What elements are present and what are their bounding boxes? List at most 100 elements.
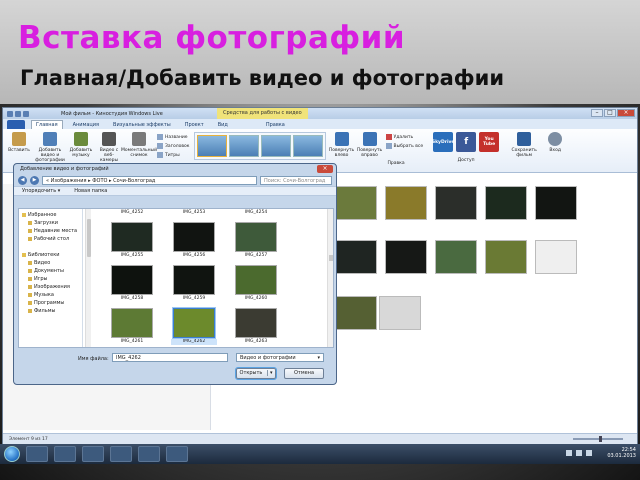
theme-3[interactable] xyxy=(260,135,291,157)
organize-button[interactable]: Упорядочить ▾ xyxy=(22,188,60,194)
title-button[interactable]: Название xyxy=(157,134,190,140)
file-scrollbar[interactable] xyxy=(327,209,333,347)
zoom-slider[interactable] xyxy=(573,436,623,442)
volume-icon[interactable] xyxy=(576,450,582,456)
nav-item-downloads[interactable]: Загрузки xyxy=(22,219,79,227)
minimize-button[interactable]: – xyxy=(591,109,603,117)
new-folder-button[interactable]: Новая папка xyxy=(74,188,107,194)
address-bar[interactable]: « Изображения ▸ ФОТО ▸ Сочи-Волгоград xyxy=(42,175,257,185)
story-thumb-5[interactable] xyxy=(535,186,577,220)
file-item[interactable]: IMG_4263 xyxy=(233,308,279,345)
back-arrow-icon[interactable]: ◀ xyxy=(18,175,27,185)
tab-project[interactable]: Проект xyxy=(181,121,208,129)
file-item[interactable]: IMG_4262 xyxy=(171,307,217,345)
taskbar-app-4[interactable] xyxy=(110,446,132,462)
tab-animation[interactable]: Анимация xyxy=(69,121,103,129)
nav-item-movies[interactable]: Фильмы xyxy=(22,307,79,315)
story-thumb-12[interactable] xyxy=(379,296,421,330)
theme-4[interactable] xyxy=(292,135,323,157)
taskbar-app-2[interactable] xyxy=(54,446,76,462)
dialog-search-input[interactable]: Поиск: Сочи-Волгоград xyxy=(260,175,332,185)
story-thumb-3[interactable] xyxy=(435,186,477,220)
nav-item-pictures[interactable]: Изображения xyxy=(22,283,79,291)
story-thumb-10[interactable] xyxy=(535,240,577,274)
tab-view[interactable]: Вид xyxy=(214,121,232,129)
story-thumb-9[interactable] xyxy=(485,240,527,274)
nav-item-documents[interactable]: Документы xyxy=(22,267,79,275)
theme-2[interactable] xyxy=(228,135,259,157)
story-thumb-11[interactable] xyxy=(335,296,377,330)
add-music-button[interactable]: Добавить музыку xyxy=(69,132,93,158)
file-item[interactable]: IMG_4255 xyxy=(109,222,155,259)
sign-in-button[interactable]: Вход xyxy=(543,132,567,153)
youtube-button[interactable]: You Tube xyxy=(479,132,500,152)
story-thumb-2[interactable] xyxy=(385,186,427,220)
story-thumb-8[interactable] xyxy=(435,240,477,274)
nav-item-recent[interactable]: Недавние места xyxy=(22,227,79,235)
file-item[interactable]: IMG_4252 xyxy=(109,209,155,216)
tab-visual-effects[interactable]: Визуальные эффекты xyxy=(109,121,175,129)
dialog-close-button[interactable]: × xyxy=(317,165,333,173)
tab-home[interactable]: Главная xyxy=(31,120,63,129)
app-menu-button[interactable] xyxy=(7,120,25,129)
nav-scrollbar[interactable] xyxy=(85,209,91,347)
flag-icon[interactable] xyxy=(586,450,592,456)
snapshot-button[interactable]: Моментальный снимок xyxy=(121,132,157,158)
quick-access-toolbar[interactable] xyxy=(3,110,57,117)
rotate-left-button[interactable]: Повернуть влево xyxy=(329,132,354,158)
webcam-button[interactable]: Видео с веб-камеры xyxy=(97,132,121,163)
redo-icon[interactable] xyxy=(23,110,29,117)
filetype-select[interactable]: Видео и фотографии ▾ xyxy=(236,353,324,362)
zoom-thumb[interactable] xyxy=(599,436,602,442)
taskbar-movie-maker[interactable] xyxy=(138,446,160,462)
taskbar-app-6[interactable] xyxy=(166,446,188,462)
undo-icon[interactable] xyxy=(15,110,21,117)
clock[interactable]: 22:54 03.01.2013 xyxy=(607,447,636,459)
facebook-button[interactable]: f xyxy=(456,132,477,152)
forward-arrow-icon[interactable]: ▶ xyxy=(30,175,39,185)
skydrive-button[interactable]: SkyDrive xyxy=(432,132,454,152)
cancel-button[interactable]: Отмена xyxy=(284,368,324,379)
nav-item-programs[interactable]: Программы xyxy=(22,299,79,307)
file-item[interactable]: IMG_4260 xyxy=(233,265,279,302)
nav-scroll-thumb[interactable] xyxy=(87,219,91,257)
caption-button[interactable]: Заголовок xyxy=(157,143,190,149)
close-button[interactable]: × xyxy=(617,109,635,117)
credits-button[interactable]: Титры xyxy=(157,152,190,158)
file-item[interactable]: IMG_4261 xyxy=(109,308,155,345)
file-item[interactable]: IMG_4256 xyxy=(171,222,217,259)
save-icon[interactable] xyxy=(7,110,13,117)
start-button[interactable] xyxy=(4,446,20,462)
file-item[interactable]: IMG_4259 xyxy=(171,265,217,302)
theme-1[interactable] xyxy=(196,135,227,157)
file-item[interactable]: IMG_4253 xyxy=(171,209,217,216)
delete-button[interactable]: Удалить xyxy=(385,134,424,140)
file-item[interactable]: IMG_4257 xyxy=(233,222,279,259)
nav-item-libraries[interactable]: Библиотеки xyxy=(22,251,79,259)
save-movie-button[interactable]: Сохранить фильм xyxy=(509,132,539,158)
filename-input[interactable]: IMG_4262 xyxy=(112,353,228,362)
file-item[interactable]: IMG_4254 xyxy=(233,209,279,216)
nav-item-video[interactable]: Видео xyxy=(22,259,79,267)
file-scroll-thumb[interactable] xyxy=(329,255,333,261)
rotate-right-button[interactable]: Повернуть вправо xyxy=(357,132,382,158)
taskbar-explorer[interactable] xyxy=(26,446,48,462)
network-icon[interactable] xyxy=(566,450,572,456)
story-thumb-7[interactable] xyxy=(385,240,427,274)
maximize-button[interactable]: □ xyxy=(604,109,616,117)
taskbar-firefox[interactable] xyxy=(82,446,104,462)
nav-item-desktop[interactable]: Рабочий стол xyxy=(22,235,79,243)
nav-item-games[interactable]: Игры xyxy=(22,275,79,283)
add-media-button[interactable]: Добавить видео и фотографии xyxy=(35,132,65,163)
story-thumb-6[interactable] xyxy=(335,240,377,274)
paste-button[interactable]: Вставить xyxy=(7,132,31,153)
tab-edit[interactable]: Правка xyxy=(262,121,289,129)
story-thumb-4[interactable] xyxy=(485,186,527,220)
open-button[interactable]: Открыть ▾ xyxy=(235,367,277,380)
select-all-button[interactable]: Выбрать все xyxy=(385,143,423,149)
story-thumb-1[interactable] xyxy=(335,186,377,220)
open-dropdown-icon[interactable]: ▾ xyxy=(266,370,273,376)
nav-item-favorites[interactable]: Избранное xyxy=(22,211,79,219)
file-item[interactable]: IMG_4258 xyxy=(109,265,155,302)
nav-item-music[interactable]: Музыка xyxy=(22,291,79,299)
